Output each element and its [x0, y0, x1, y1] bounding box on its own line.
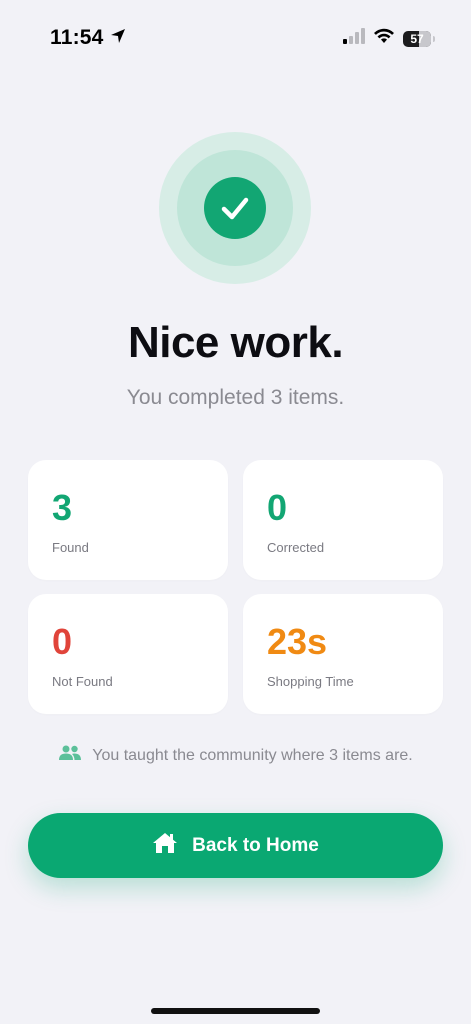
home-icon: [152, 831, 178, 861]
stat-card-found: 3 Found: [28, 460, 228, 580]
stat-label-corrected: Corrected: [267, 540, 325, 555]
stat-label-found: Found: [52, 540, 89, 555]
stat-value-found: 3: [52, 487, 73, 528]
time-text: 11:54: [50, 26, 104, 49]
success-badge: [159, 132, 311, 284]
stat-value-shopping-time: 23s: [267, 621, 328, 662]
success-badge-ring: [177, 150, 293, 266]
community-message-text: You taught the community where 3 items a…: [92, 746, 413, 764]
stat-card-shopping-time: 23s Shopping Time: [243, 594, 443, 714]
page-title: Nice work.: [127, 318, 344, 367]
check-icon: [204, 177, 266, 239]
stat-value-corrected: 0: [267, 487, 288, 528]
stat-label-shopping-time: Shopping Time: [267, 674, 354, 689]
status-time: 11:54: [50, 26, 126, 50]
stat-card-corrected: 0 Corrected: [243, 460, 443, 580]
users-icon: [58, 744, 82, 767]
stat-label-not-found: Not Found: [52, 674, 113, 689]
page-subtitle: You completed 3 items.: [126, 386, 345, 409]
community-message: You taught the community where 3 items a…: [0, 744, 471, 767]
status-bar: 11:54 57: [0, 0, 471, 70]
back-to-home-button[interactable]: Back to Home: [28, 813, 443, 878]
cellular-signal-icon: [343, 28, 365, 49]
location-arrow-icon: [110, 26, 126, 50]
home-indicator: [151, 1008, 320, 1014]
wifi-icon: [373, 28, 395, 49]
stats-grid: 3 Found 0 Corrected 0 Not Found 23s Shop…: [28, 460, 443, 714]
back-to-home-label: Back to Home: [192, 834, 319, 856]
status-icons: 57: [343, 28, 435, 49]
battery-percent: 57: [410, 31, 424, 46]
battery-icon: 57: [403, 30, 435, 47]
stat-card-not-found: 0 Not Found: [28, 594, 228, 714]
stat-value-not-found: 0: [52, 621, 73, 662]
battery-tip: [433, 35, 435, 42]
